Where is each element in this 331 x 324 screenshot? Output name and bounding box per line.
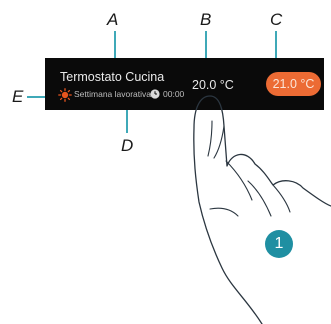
- pointing-hand-illustration: [193, 95, 331, 324]
- step-number-badge: 1: [265, 230, 293, 258]
